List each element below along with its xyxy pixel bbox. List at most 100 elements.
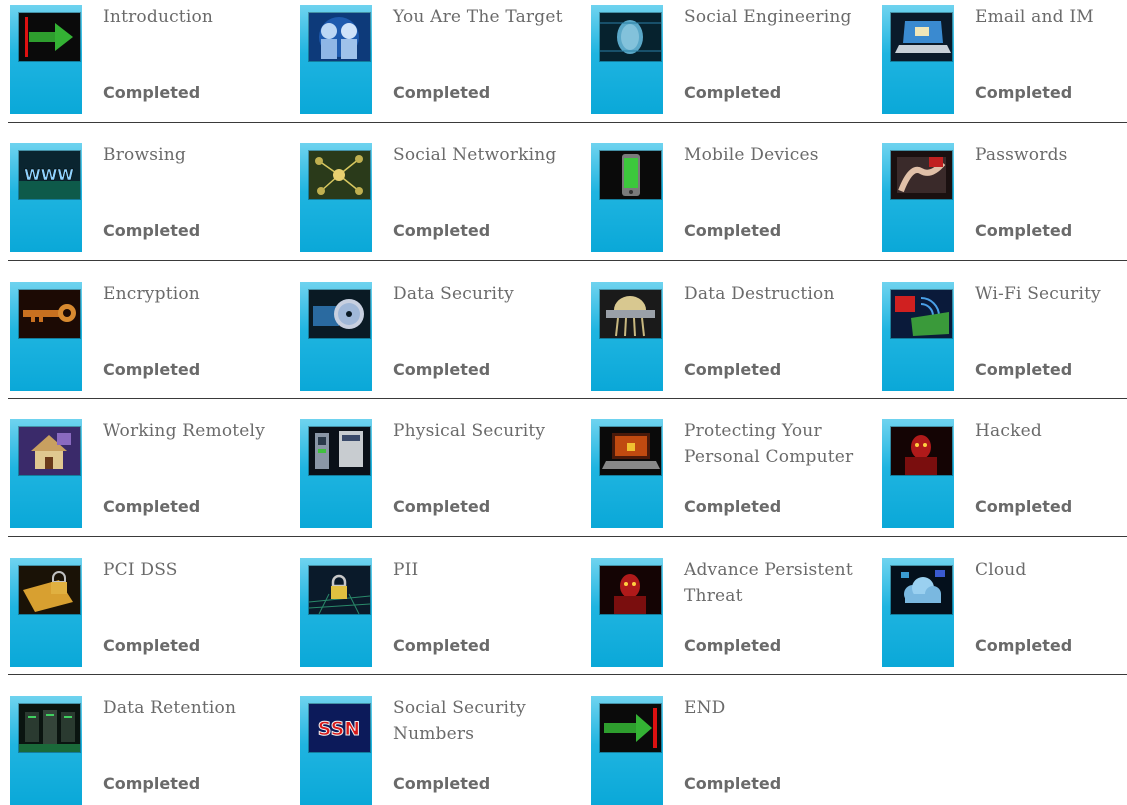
module-card[interactable]: Hacked Completed — [872, 414, 1127, 528]
module-card[interactable]: You Are The Target Completed — [290, 0, 580, 114]
module-status: Completed — [975, 360, 1073, 379]
key-icon[interactable] — [19, 290, 80, 338]
module-title[interactable]: Social Networking — [393, 142, 578, 168]
module-card[interactable]: Social Engineering Completed — [581, 0, 871, 114]
cloud-icon[interactable] — [891, 566, 952, 614]
row-separator — [8, 536, 1127, 537]
module-title[interactable]: Physical Security — [393, 418, 578, 444]
module-status: Completed — [684, 636, 782, 655]
module-card[interactable]: END Completed — [581, 691, 871, 805]
module-title[interactable]: Browsing — [103, 142, 288, 168]
green-arrow-end-icon[interactable] — [600, 704, 661, 752]
module-title[interactable]: Encryption — [103, 281, 288, 307]
module-title[interactable]: Hacked — [975, 418, 1127, 444]
module-title[interactable]: Social Security Numbers — [393, 695, 578, 747]
module-title[interactable]: Protecting Your Personal Computer — [684, 418, 869, 470]
row-separator — [8, 674, 1127, 675]
module-card[interactable]: WWW Browsing Completed — [0, 138, 290, 252]
two-heads-icon[interactable] — [309, 13, 370, 61]
module-card[interactable]: SSN Social Security Numbers Completed — [290, 691, 580, 805]
module-title[interactable]: PII — [393, 557, 578, 583]
smartphone-icon[interactable] — [600, 151, 661, 199]
server-racks-icon[interactable] — [19, 704, 80, 752]
module-title[interactable]: PCI DSS — [103, 557, 288, 583]
svg-text:SSN: SSN — [318, 718, 360, 740]
module-card[interactable]: Protecting Your Personal Computer Comple… — [581, 414, 871, 528]
module-card[interactable]: Cloud Completed — [872, 553, 1127, 667]
module-status: Completed — [393, 774, 491, 793]
module-status: Completed — [393, 83, 491, 102]
shredder-icon[interactable] — [600, 290, 661, 338]
module-status: Completed — [684, 83, 782, 102]
module-status: Completed — [684, 360, 782, 379]
module-card[interactable]: Email and IM Completed — [872, 0, 1127, 114]
red-hacker-icon[interactable] — [891, 427, 952, 475]
module-status: Completed — [684, 497, 782, 516]
module-grid: Introduction Completed You Are The Targe… — [0, 0, 1127, 805]
module-card[interactable]: Introduction Completed — [0, 0, 290, 114]
module-title[interactable]: Introduction — [103, 4, 288, 30]
digital-face-icon[interactable] — [600, 13, 661, 61]
module-status: Completed — [684, 221, 782, 240]
module-status: Completed — [103, 221, 201, 240]
module-status: Completed — [684, 774, 782, 793]
module-title[interactable]: Wi-Fi Security — [975, 281, 1127, 307]
green-arrow-icon[interactable] — [19, 13, 80, 61]
module-status: Completed — [975, 636, 1073, 655]
house-icon[interactable] — [19, 427, 80, 475]
module-card[interactable]: Passwords Completed — [872, 138, 1127, 252]
module-status: Completed — [103, 360, 201, 379]
module-status: Completed — [975, 497, 1073, 516]
padlock-circuit-icon[interactable] — [309, 566, 370, 614]
module-title[interactable]: Mobile Devices — [684, 142, 869, 168]
module-card[interactable]: Mobile Devices Completed — [581, 138, 871, 252]
row-separator — [8, 260, 1127, 261]
module-status: Completed — [103, 497, 201, 516]
module-status: Completed — [103, 774, 201, 793]
module-card[interactable]: Wi-Fi Security Completed — [872, 277, 1127, 391]
module-status: Completed — [975, 221, 1073, 240]
module-status: Completed — [393, 636, 491, 655]
module-title[interactable]: You Are The Target — [393, 4, 578, 30]
row-separator — [8, 398, 1127, 399]
module-status: Completed — [103, 636, 201, 655]
module-card[interactable]: Encryption Completed — [0, 277, 290, 391]
credit-card-lock-icon[interactable] — [19, 566, 80, 614]
module-status: Completed — [103, 83, 201, 102]
module-card[interactable]: Data Retention Completed — [0, 691, 290, 805]
module-title[interactable]: Data Destruction — [684, 281, 869, 307]
password-fingers-icon[interactable] — [891, 151, 952, 199]
module-title[interactable]: Cloud — [975, 557, 1127, 583]
module-title[interactable]: Data Security — [393, 281, 578, 307]
wifi-waves-icon[interactable] — [891, 290, 952, 338]
module-title[interactable]: Working Remotely — [103, 418, 288, 444]
svg-text:WWW: WWW — [24, 166, 74, 184]
laptop-lock-icon[interactable] — [600, 427, 661, 475]
network-nodes-icon[interactable] — [309, 151, 370, 199]
module-title[interactable]: Email and IM — [975, 4, 1127, 30]
module-title[interactable]: Social Engineering — [684, 4, 869, 30]
module-title[interactable]: END — [684, 695, 869, 721]
module-card[interactable]: Physical Security Completed — [290, 414, 580, 528]
row-separator — [8, 122, 1127, 123]
module-title[interactable]: Data Retention — [103, 695, 288, 721]
module-title[interactable]: Advance Persistent Threat — [684, 557, 869, 609]
www-icon[interactable]: WWW — [19, 151, 80, 199]
ssn-text-icon[interactable]: SSN — [309, 704, 370, 752]
module-card[interactable]: Working Remotely Completed — [0, 414, 290, 528]
module-status: Completed — [393, 221, 491, 240]
module-card[interactable]: Data Security Completed — [290, 277, 580, 391]
module-status: Completed — [393, 497, 491, 516]
badge-reader-icon[interactable] — [309, 427, 370, 475]
disc-icon[interactable] — [309, 290, 370, 338]
module-card[interactable]: PCI DSS Completed — [0, 553, 290, 667]
module-title[interactable]: Passwords — [975, 142, 1127, 168]
module-status: Completed — [975, 83, 1073, 102]
module-card[interactable]: Social Networking Completed — [290, 138, 580, 252]
module-card[interactable]: PII Completed — [290, 553, 580, 667]
module-card[interactable]: Data Destruction Completed — [581, 277, 871, 391]
module-status: Completed — [393, 360, 491, 379]
laptop-email-icon[interactable] — [891, 13, 952, 61]
module-card[interactable]: Advance Persistent Threat Completed — [581, 553, 871, 667]
red-hacker-icon[interactable] — [600, 566, 661, 614]
